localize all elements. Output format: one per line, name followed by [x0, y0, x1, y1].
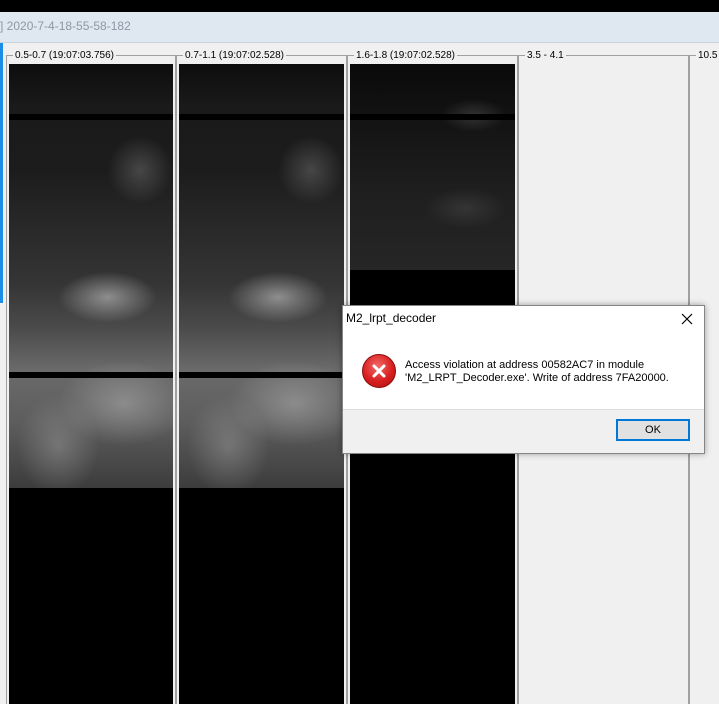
- satellite-image-strip: [350, 64, 515, 270]
- channel-image-0.5-0.7[interactable]: [9, 64, 173, 704]
- scan-gap: [9, 114, 173, 120]
- window-title-bar: ] 2020-7-4-18-55-58-182: [0, 12, 719, 43]
- channel-label: 3.5 - 4.1: [525, 49, 566, 62]
- close-icon: [681, 313, 693, 325]
- channel-frame: 0.5-0.7 (19:07:03.756): [6, 49, 176, 704]
- scan-gap: [350, 114, 515, 120]
- satellite-image-strip: [179, 64, 344, 488]
- channel-panel-0.7-1.1: 0.7-1.1 (19:07:02.528): [176, 49, 347, 704]
- close-button[interactable]: [672, 307, 702, 331]
- left-accent-strip: [0, 43, 3, 303]
- channel-panel-0.5-0.7: 0.5-0.7 (19:07:03.756): [6, 49, 176, 704]
- channel-label: 10.5: [696, 49, 719, 62]
- channel-label: 0.5-0.7 (19:07:03.756): [13, 49, 116, 62]
- dialog-title: M2_lrpt_decoder: [346, 311, 437, 325]
- scan-gap: [179, 372, 344, 378]
- error-icon: [362, 354, 396, 388]
- ok-button[interactable]: OK: [616, 419, 690, 441]
- satellite-image-strip: [9, 64, 173, 488]
- channel-label: 1.6-1.8 (19:07:02.528): [354, 49, 457, 62]
- top-black-bar: [0, 0, 719, 12]
- error-message-line: 'M2_LRPT_Decoder.exe'. Write of address …: [405, 372, 669, 384]
- dialog-footer: OK: [343, 409, 704, 453]
- scan-gap: [179, 114, 344, 120]
- scan-gap: [9, 372, 173, 378]
- channel-frame: 0.7-1.1 (19:07:02.528): [176, 49, 347, 704]
- channel-image-0.7-1.1[interactable]: [179, 64, 344, 704]
- channel-label: 0.7-1.1 (19:07:02.528): [183, 49, 286, 62]
- error-message-line: Access violation at address 00582AC7 in …: [405, 359, 645, 371]
- error-dialog: M2_lrpt_decoder Access violation at addr…: [342, 305, 705, 454]
- window-title: ] 2020-7-4-18-55-58-182: [0, 19, 131, 33]
- error-message: Access violation at address 00582AC7 in …: [405, 359, 695, 385]
